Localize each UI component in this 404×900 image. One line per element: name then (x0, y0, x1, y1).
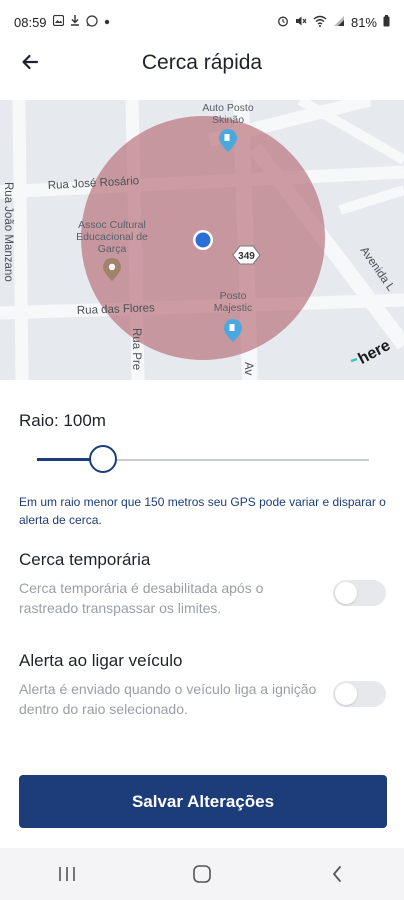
street-label-rua-pre: Rua Pre (130, 328, 142, 370)
wifi-icon (313, 15, 327, 30)
toggle-knob (335, 582, 357, 604)
poi-auto-posto-line2: Skinão (212, 114, 244, 126)
gps-note: Em um raio menor que 150 metros seu GPS … (19, 495, 386, 527)
arrow-left-icon (22, 54, 39, 70)
poi-posto-line2: Majestic (214, 302, 253, 314)
ignition-alert-toggle[interactable] (333, 681, 386, 707)
here-logo: here (350, 337, 393, 368)
map-view[interactable]: Rua José Rosário Rua das Flores Rua João… (0, 100, 404, 380)
setting-description: Cerca temporária é desabilitada após o r… (19, 580, 264, 616)
alarm-icon (277, 15, 289, 30)
poi-assoc-line3: Garça (98, 243, 127, 255)
vehicle-location-marker[interactable] (193, 230, 213, 250)
battery-percent: 81% (350, 14, 377, 30)
radius-label: Raio: 100m (19, 411, 106, 430)
street-label-joao-manzano: Rua João Manzano (2, 182, 14, 282)
toggle-knob (335, 683, 357, 705)
system-nav-bar (0, 848, 404, 900)
app-header: Cerca rápida (0, 44, 404, 82)
setting-title: Alerta ao ligar veículo (19, 651, 183, 670)
gallery-icon (52, 14, 64, 29)
status-time: 08:59 (14, 14, 47, 30)
status-left: 08:59 (14, 15, 110, 30)
whatsapp-icon (85, 14, 98, 30)
setting-temporary-fence: Cerca temporária Cerca temporária é desa… (19, 550, 389, 618)
home-button[interactable] (172, 854, 232, 894)
setting-description: Alerta é enviado quando o veículo liga a… (19, 681, 317, 717)
dot-icon (104, 16, 110, 28)
radius-slider[interactable] (37, 440, 369, 480)
status-right: 81% (277, 14, 390, 30)
page-title: Cerca rápida (141, 51, 263, 74)
poi-assoc-line2: Educacional de (76, 231, 148, 243)
street-label-av: Av (242, 362, 254, 375)
mute-icon (295, 15, 307, 30)
setting-ignition-alert: Alerta ao ligar veículo Alerta é enviado… (19, 651, 389, 719)
setting-title: Cerca temporária (19, 550, 151, 569)
slider-thumb[interactable] (89, 445, 118, 473)
home-icon (193, 865, 211, 883)
recent-apps-button[interactable] (37, 854, 97, 894)
download-icon (70, 15, 80, 29)
battery-icon (383, 14, 390, 30)
recent-apps-icon (59, 867, 76, 881)
route-shield-number: 349 (238, 251, 255, 262)
back-nav-button[interactable] (307, 854, 367, 894)
poi-auto-posto-line1: Auto Posto (202, 102, 254, 114)
temporary-fence-toggle[interactable] (333, 580, 386, 606)
svg-text:here: here (355, 337, 393, 368)
save-button[interactable]: Salvar Alterações (19, 775, 387, 828)
back-nav-icon (332, 866, 341, 882)
poi-assoc-line1: Assoc Cultural (78, 219, 146, 231)
poi-posto-line1: Posto (220, 290, 247, 302)
back-button[interactable] (14, 46, 46, 78)
signal-icon (333, 15, 345, 30)
status-bar: 08:59 81% (0, 0, 404, 44)
